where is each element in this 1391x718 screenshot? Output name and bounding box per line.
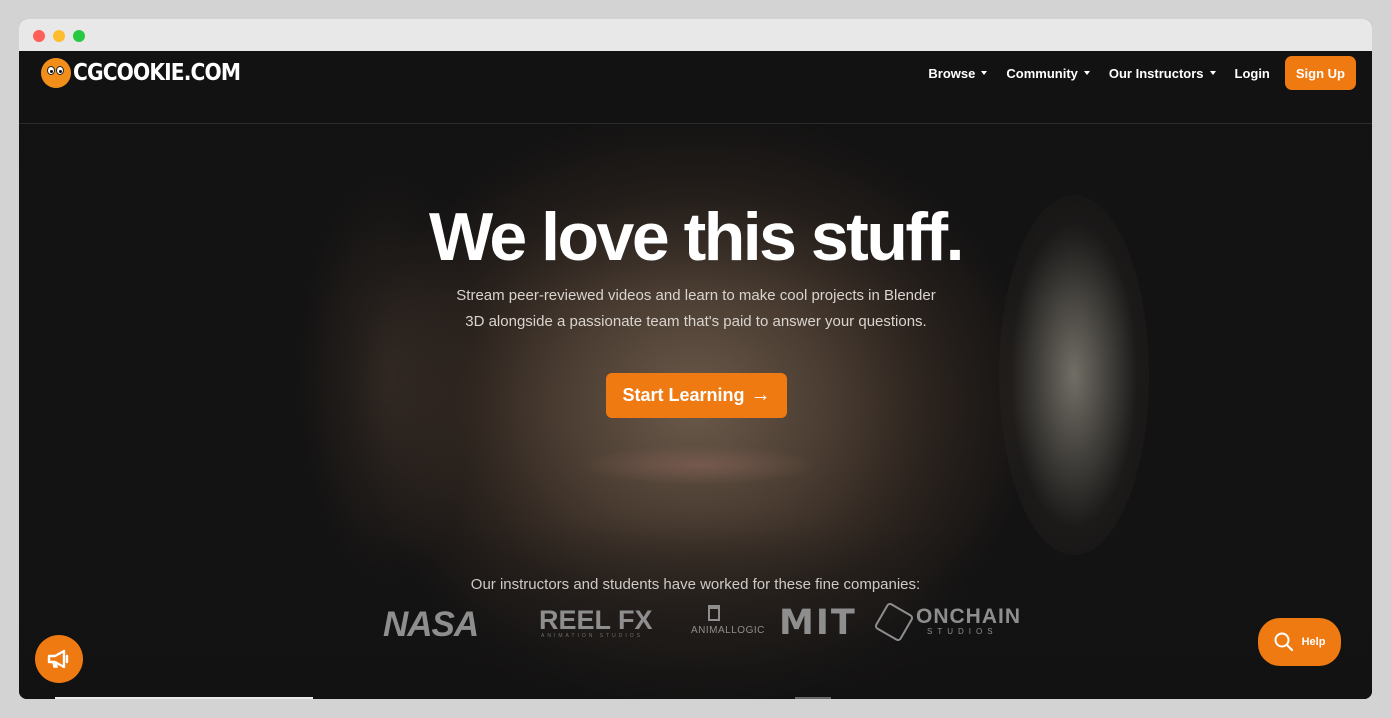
maximize-window-button[interactable] <box>73 30 85 42</box>
animal-logic-icon <box>708 605 720 621</box>
companies-label: Our instructors and students have worked… <box>470 576 921 593</box>
next-section-edge <box>795 697 831 699</box>
animal-logic-logo: ANIMALLOGIC <box>691 625 765 636</box>
reel-fx-logo-sub: ANIMATION STUDIOS <box>541 633 644 639</box>
arrow-right-icon: → <box>750 384 771 406</box>
nav-our-instructors-label: Our Instructors <box>1108 65 1204 81</box>
website: CGCOOKIE.COM Browse Community Our Instru… <box>19 51 1372 699</box>
chevron-down-icon <box>1083 71 1090 75</box>
company-logos: NASA REEL FX ANIMATION STUDIOS ANIMALLOG… <box>19 601 1372 644</box>
nav-community-label: Community <box>1006 65 1078 81</box>
minimize-window-button[interactable] <box>53 30 65 42</box>
reel-fx-logo: REEL FX <box>539 605 653 635</box>
hero-subtext: Stream peer-reviewed videos and learn to… <box>456 287 936 330</box>
sign-up-button[interactable]: Sign Up <box>1284 56 1356 90</box>
start-learning-label: Start Learning <box>622 385 745 405</box>
site-logo-text: CGCOOKIE.COM <box>73 60 241 86</box>
hero-section: We love this stuff. Stream peer-reviewed… <box>19 125 1372 699</box>
onchain-logo: ONCHAIN <box>916 605 1021 628</box>
hero-headline: We love this stuff. <box>428 199 965 275</box>
site-logo[interactable]: CGCOOKIE.COM <box>41 57 263 89</box>
start-learning-button[interactable]: Start Learning → <box>606 373 787 418</box>
nav-browse[interactable]: Browse <box>928 65 988 81</box>
announcements-button[interactable] <box>35 635 83 683</box>
next-section-edge <box>55 697 313 699</box>
nav-browse-label: Browse <box>928 65 976 81</box>
chevron-down-icon <box>981 71 988 75</box>
navbar: CGCOOKIE.COM Browse Community Our Instru… <box>19 51 1372 124</box>
mit-logo: MIT <box>779 603 857 643</box>
help-label: Help <box>1301 636 1326 648</box>
chevron-down-icon <box>1209 71 1216 75</box>
close-window-button[interactable] <box>33 30 45 42</box>
search-icon <box>1274 632 1293 652</box>
nav-community[interactable]: Community <box>1006 66 1090 81</box>
browser-window: CGCOOKIE.COM Browse Community Our Instru… <box>19 19 1372 699</box>
help-button[interactable]: Help <box>1258 618 1341 666</box>
onchain-cube-icon <box>873 601 915 643</box>
login-link[interactable]: Login <box>1235 66 1270 81</box>
onchain-logo-sub: STUDIOS <box>927 627 998 636</box>
nav-our-instructors[interactable]: Our Instructors <box>1109 66 1216 81</box>
nav-links: Browse Community Our Instructors Login S… <box>909 56 1356 90</box>
browser-titlebar <box>19 19 1372 51</box>
nasa-logo: NASA <box>383 605 479 644</box>
cookie-mascot-icon <box>41 58 71 88</box>
megaphone-icon <box>47 649 69 669</box>
